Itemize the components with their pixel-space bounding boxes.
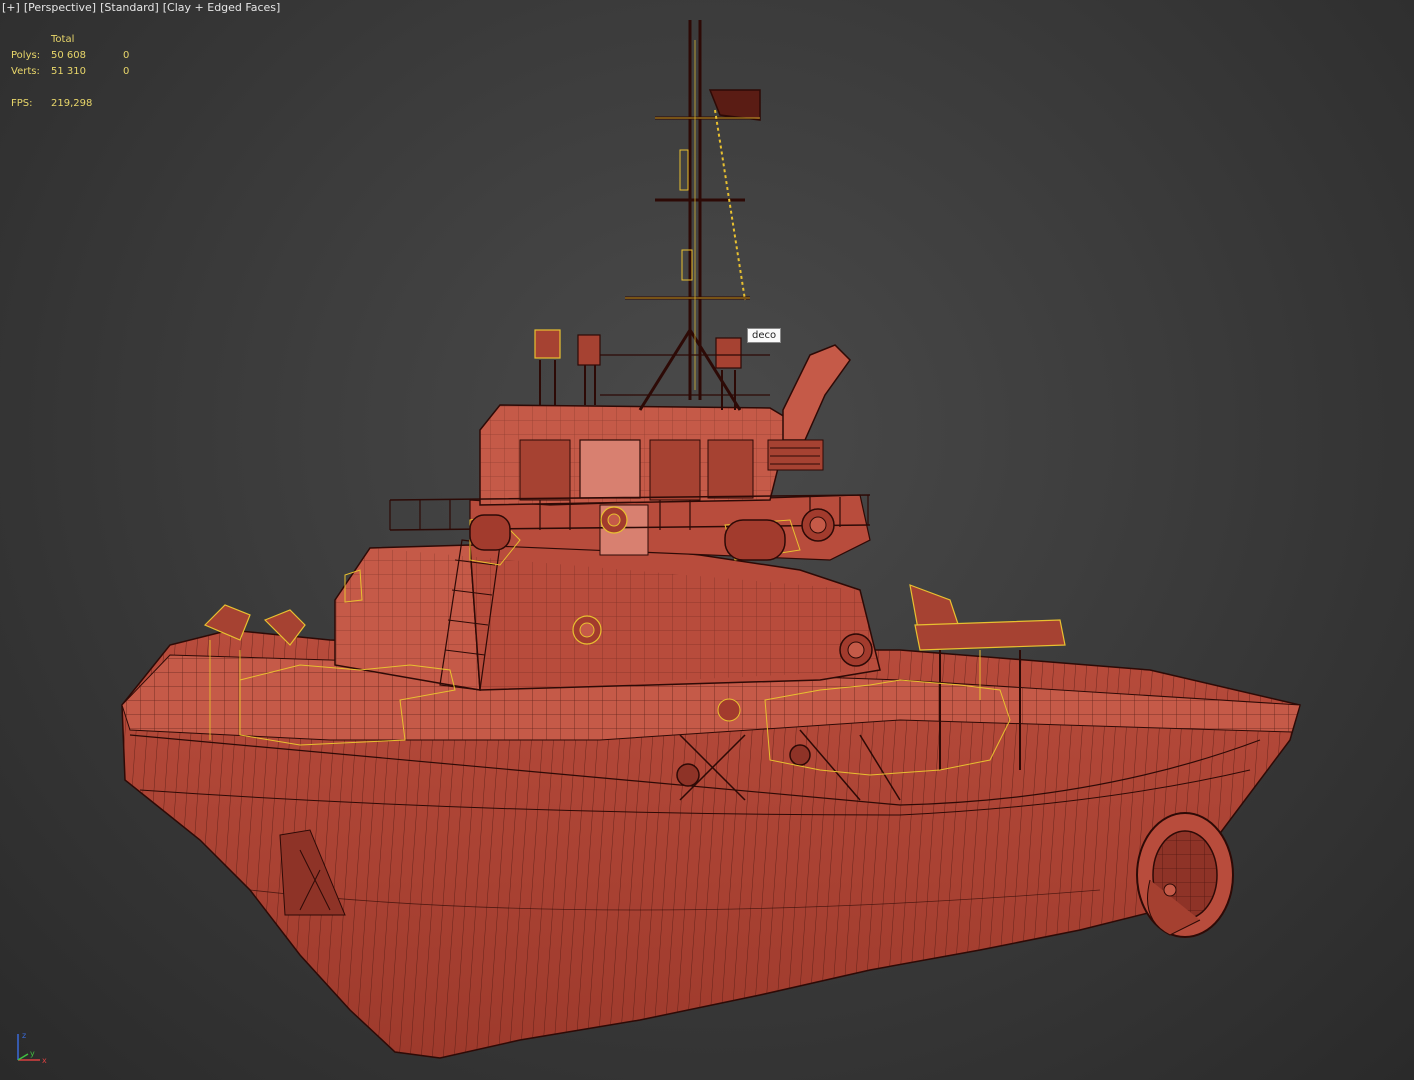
object-name-tooltip: deco — [747, 328, 782, 343]
y-axis-line — [17, 1053, 29, 1061]
hull[interactable] — [121, 629, 1301, 1059]
z-axis-label: z — [22, 1031, 26, 1040]
propeller-nozzle[interactable] — [1136, 812, 1234, 938]
y-axis-label: y — [30, 1049, 35, 1058]
tugboat-model[interactable] — [0, 0, 1414, 1080]
x-axis-label: x — [42, 1056, 47, 1065]
viewport-perspective[interactable]: [+] [Perspective] [Standard] [Clay + Edg… — [0, 0, 1414, 1080]
exhaust-stack[interactable] — [767, 344, 851, 471]
axis-gizmo: z x y — [17, 1031, 47, 1065]
roof-equipment[interactable] — [534, 329, 770, 410]
